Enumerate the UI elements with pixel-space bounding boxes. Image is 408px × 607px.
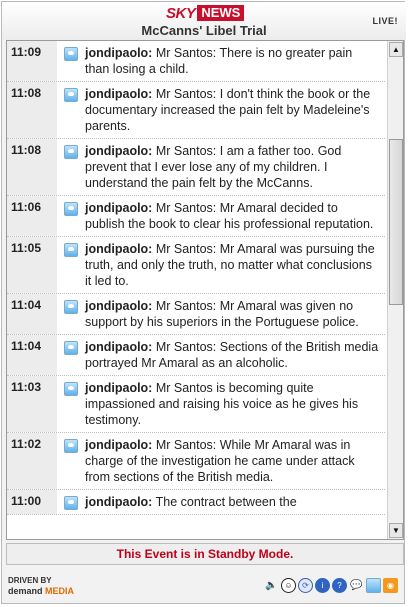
feed-row: 11:03 jondipaolo: Mr Santos is becoming q… bbox=[7, 376, 385, 433]
feed-row: 11:05 jondipaolo: Mr Santos: Mr Amaral wa… bbox=[7, 237, 385, 294]
feed-message: jondipaolo: Mr Santos: I am a father too… bbox=[85, 139, 385, 195]
brand-part-a: demand bbox=[8, 586, 43, 596]
footer-icons: 🔈 ☺ ⟳ i ? 💬 ◉ bbox=[264, 578, 398, 593]
feed-row: 11:00 jondipaolo: The contract between th… bbox=[7, 490, 385, 515]
twitter-icon bbox=[64, 382, 78, 396]
feed-username[interactable]: jondipaolo: bbox=[85, 87, 152, 101]
feed-username[interactable]: jondipaolo: bbox=[85, 381, 152, 395]
feed-time: 11:03 bbox=[7, 376, 57, 432]
twitter-icon bbox=[64, 145, 78, 159]
feed-text: The contract between the bbox=[152, 495, 297, 509]
feed-message: jondipaolo: Mr Santos: Mr Amaral was pur… bbox=[85, 237, 385, 293]
logo-news-text: NEWS bbox=[197, 5, 245, 21]
feed-row: 11:06 jondipaolo: Mr Santos: Mr Amaral de… bbox=[7, 196, 385, 237]
widget-frame: SKY NEWS McCanns' Libel Trial LIVE! 11:0… bbox=[1, 1, 406, 604]
footer: DRIVEN BY demand MEDIA 🔈 ☺ ⟳ i ? 💬 ◉ bbox=[2, 568, 406, 604]
feed-row: 11:09 jondipaolo: Mr Santos: There is no … bbox=[7, 41, 385, 82]
twitter-icon bbox=[64, 202, 78, 216]
feed-message: jondipaolo: Mr Santos: Mr Amaral was giv… bbox=[85, 294, 385, 334]
feed-username[interactable]: jondipaolo: bbox=[85, 242, 152, 256]
sky-news-logo: SKY NEWS bbox=[166, 4, 245, 22]
scrollbar[interactable]: ▲ ▼ bbox=[387, 41, 403, 539]
feed-list: 11:09 jondipaolo: Mr Santos: There is no … bbox=[7, 41, 385, 515]
page-title: McCanns' Libel Trial bbox=[141, 23, 267, 38]
feed-message: jondipaolo: Mr Santos: Mr Amaral decided… bbox=[85, 196, 385, 236]
twitter-icon bbox=[64, 243, 78, 257]
feed-username[interactable]: jondipaolo: bbox=[85, 144, 152, 158]
twitter-icon[interactable] bbox=[366, 578, 381, 593]
feed-time: 11:09 bbox=[7, 41, 57, 81]
info-icon[interactable]: i bbox=[315, 578, 330, 593]
feed-message: jondipaolo: Mr Santos is becoming quite … bbox=[85, 376, 385, 432]
powered-by: DRIVEN BY demand MEDIA bbox=[8, 576, 74, 596]
feed-row: 11:04 jondipaolo: Mr Santos: Sections of … bbox=[7, 335, 385, 376]
scrollbar-thumb[interactable] bbox=[389, 139, 403, 305]
help-icon[interactable]: ? bbox=[332, 578, 347, 593]
feed-time: 11:05 bbox=[7, 237, 57, 293]
scroll-up-button[interactable]: ▲ bbox=[389, 42, 403, 57]
smiley-icon[interactable]: ☺ bbox=[281, 578, 296, 593]
feed-username[interactable]: jondipaolo: bbox=[85, 438, 152, 452]
driven-by-label: DRIVEN BY bbox=[8, 576, 52, 585]
feed-username[interactable]: jondipaolo: bbox=[85, 495, 152, 509]
feed-row: 11:08 jondipaolo: Mr Santos: I don't thin… bbox=[7, 82, 385, 139]
feed-time: 11:04 bbox=[7, 335, 57, 375]
twitter-icon bbox=[64, 341, 78, 355]
feed-panel[interactable]: 11:09 jondipaolo: Mr Santos: There is no … bbox=[6, 40, 404, 540]
feed-message: jondipaolo: Mr Santos: I don't think the… bbox=[85, 82, 385, 138]
chat-icon[interactable]: 💬 bbox=[349, 578, 364, 593]
standby-status: This Event is in Standby Mode. bbox=[6, 543, 404, 565]
scroll-down-button[interactable]: ▼ bbox=[389, 523, 403, 538]
twitter-icon bbox=[64, 300, 78, 314]
logo-sky-text: SKY bbox=[166, 4, 196, 22]
feed-username[interactable]: jondipaolo: bbox=[85, 46, 152, 60]
twitter-icon bbox=[64, 88, 78, 102]
feed-row: 11:04 jondipaolo: Mr Santos: Mr Amaral wa… bbox=[7, 294, 385, 335]
feed-message: jondipaolo: Mr Santos: Sections of the B… bbox=[85, 335, 385, 375]
feed-row: 11:08 jondipaolo: Mr Santos: I am a fathe… bbox=[7, 139, 385, 196]
feed-time: 11:02 bbox=[7, 433, 57, 489]
feed-time: 11:06 bbox=[7, 196, 57, 236]
feed-message: jondipaolo: Mr Santos: While Mr Amaral w… bbox=[85, 433, 385, 489]
speaker-icon[interactable]: 🔈 bbox=[264, 578, 279, 593]
refresh-icon[interactable]: ⟳ bbox=[298, 578, 313, 593]
twitter-icon bbox=[64, 47, 78, 61]
rss-icon[interactable]: ◉ bbox=[383, 578, 398, 593]
demand-media-logo: demand MEDIA bbox=[8, 586, 74, 596]
twitter-icon bbox=[64, 439, 78, 453]
feed-time: 11:04 bbox=[7, 294, 57, 334]
feed-username[interactable]: jondipaolo: bbox=[85, 299, 152, 313]
feed-username[interactable]: jondipaolo: bbox=[85, 340, 152, 354]
feed-time: 11:00 bbox=[7, 490, 57, 514]
feed-time: 11:08 bbox=[7, 82, 57, 138]
feed-message: jondipaolo: Mr Santos: There is no great… bbox=[85, 41, 385, 81]
feed-time: 11:08 bbox=[7, 139, 57, 195]
header: SKY NEWS McCanns' Libel Trial LIVE! bbox=[2, 2, 406, 40]
feed-username[interactable]: jondipaolo: bbox=[85, 201, 152, 215]
live-badge: LIVE! bbox=[372, 16, 398, 26]
feed-message: jondipaolo: The contract between the bbox=[85, 490, 385, 514]
feed-row: 11:02 jondipaolo: Mr Santos: While Mr Ama… bbox=[7, 433, 385, 490]
brand-part-b: MEDIA bbox=[45, 586, 75, 596]
twitter-icon bbox=[64, 496, 78, 510]
